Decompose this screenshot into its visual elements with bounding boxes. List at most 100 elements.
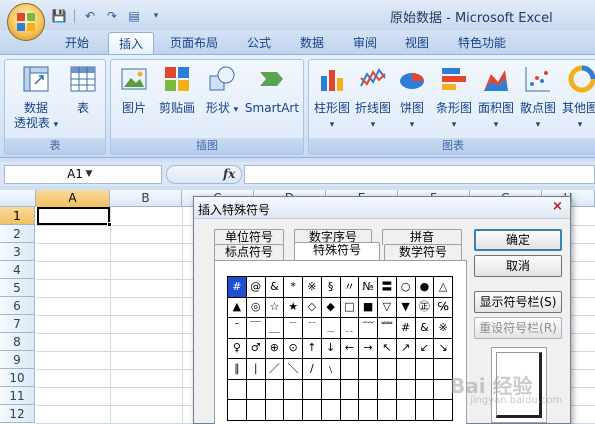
symbol-cell[interactable] [283,399,303,421]
column-header-a[interactable]: A [36,190,110,207]
symbol-cell[interactable] [283,378,303,401]
tab-data[interactable]: 数据 [290,32,334,54]
symbol-cell[interactable]: ㊣ [414,296,435,319]
symbol-cell[interactable] [320,399,341,421]
symbol-cell[interactable]: ￣ [245,317,266,339]
symbol-cell[interactable] [227,399,247,421]
save-icon[interactable]: 💾 [50,7,68,25]
tab-punctuation[interactable]: 标点符号 [214,244,284,260]
tab-special-symbols[interactable]: 特殊符号 [294,242,380,260]
symbol-cell[interactable]: ♂ [245,337,266,360]
row-header-8[interactable]: 8 [0,333,35,351]
symbol-cell[interactable]: ⊙ [283,337,303,360]
column-header-b[interactable]: B [110,190,182,207]
symbol-cell[interactable]: ﹊ [302,317,322,339]
office-button[interactable] [7,3,45,41]
tab-view[interactable]: 视图 [395,32,439,54]
symbol-cell[interactable]: ﹉ [283,317,303,339]
customize-icon[interactable]: ▾ [147,7,165,25]
symbol-cell[interactable]: ﹍ [320,317,341,339]
row-header-3[interactable]: 3 [0,243,35,261]
symbol-cell[interactable]: * [283,276,303,298]
symbol-cell[interactable]: ＼ [283,358,303,380]
symbol-cell[interactable]: ﹎ [339,317,360,339]
row-header-2[interactable]: 2 [0,225,35,243]
tab-special-features[interactable]: 特色功能 [448,32,516,54]
symbol-cell[interactable]: ∣ [245,358,266,380]
insert-function-icon[interactable]: fx [223,167,235,181]
symbol-cell[interactable]: ⊕ [264,337,285,360]
row-header-4[interactable]: 4 [0,261,35,279]
row-header-5[interactable]: 5 [0,279,35,297]
symbol-cell[interactable] [320,378,341,401]
undo-icon[interactable]: ↶ [81,7,99,25]
area-chart-button[interactable]: 面积图 ▾ [475,64,517,133]
symbol-cell[interactable]: 〃 [339,276,360,298]
symbol-cell[interactable]: ˉ [227,317,247,339]
symbol-cell[interactable]: ▽ [377,296,397,319]
symbol-cell[interactable]: @ [245,276,266,298]
symbol-cell[interactable] [395,358,416,380]
symbol-cell[interactable]: ☆ [264,296,285,319]
symbol-cell[interactable]: ↑ [302,337,322,360]
symbol-cell[interactable]: ◇ [302,296,322,319]
symbol-cell[interactable]: & [414,317,435,339]
row-header-11[interactable]: 11 [0,387,35,405]
row-header-9[interactable]: 9 [0,351,35,369]
cancel-button[interactable]: 取消 [474,255,562,277]
pie-chart-button[interactable]: 饼图 ▾ [394,64,430,133]
symbol-cell[interactable] [227,378,247,401]
symbol-cell[interactable]: ● [414,276,435,298]
tab-pinyin[interactable]: 拼音 [382,229,462,245]
symbol-cell[interactable] [414,358,435,380]
symbol-cell[interactable] [395,378,416,401]
symbol-cell[interactable] [245,399,266,421]
symbol-cell[interactable] [358,358,378,380]
symbol-cell[interactable]: △ [433,276,453,298]
symbol-cell[interactable]: # [227,276,247,298]
symbol-cell[interactable] [302,378,322,401]
clipart-button[interactable]: 剪贴画 [155,64,199,116]
symbol-cell[interactable] [264,378,285,401]
shapes-button[interactable]: 形状 ▾ [203,64,241,118]
formula-input[interactable] [244,165,595,184]
symbol-cell[interactable] [377,399,397,421]
symbol-cell[interactable]: ↘ [433,337,453,360]
symbol-cell[interactable]: ※ [302,276,322,298]
name-box-dropdown-icon[interactable]: ▼ [19,166,159,183]
symbol-cell[interactable] [377,358,397,380]
tab-review[interactable]: 审阅 [343,32,387,54]
smartart-button[interactable]: SmartArt [243,64,301,116]
column-chart-button[interactable]: 柱形图 ▾ [311,64,353,133]
select-all-corner[interactable] [0,190,36,207]
symbol-cell[interactable]: ↙ [414,337,435,360]
bar-chart-button[interactable]: 条形图 ▾ [433,64,475,133]
line-chart-button[interactable]: 折线图 ▾ [352,64,394,133]
symbol-cell[interactable]: ↗ [395,337,416,360]
tab-page-layout[interactable]: 页面布局 [160,32,228,54]
symbol-cell[interactable]: § [320,276,341,298]
active-cell-a1[interactable] [37,207,110,225]
show-symbol-bar-button[interactable]: 显示符号栏(S) [474,291,562,313]
symbol-cell[interactable]: 〓 [377,276,397,298]
redo-icon[interactable]: ↷ [103,7,121,25]
row-header-6[interactable]: 6 [0,297,35,315]
pivot-table-button[interactable]: 数据 透视表 ▾ [13,64,59,133]
row-header-1[interactable]: 1 [0,207,35,225]
tab-home[interactable]: 开始 [55,32,99,54]
symbol-cell[interactable] [377,378,397,401]
symbol-cell[interactable]: ﹨ [320,358,341,380]
symbol-cell[interactable]: & [264,276,285,298]
form-icon[interactable]: ▤ [125,7,143,25]
symbol-cell[interactable]: ↖ [377,337,397,360]
symbol-cell[interactable] [245,378,266,401]
close-icon[interactable]: × [549,200,566,216]
picture-button[interactable]: 图片 [117,64,151,116]
tab-unit-symbols[interactable]: 单位符号 [214,229,284,245]
symbol-cell[interactable]: ▲ [227,296,247,319]
symbol-cell[interactable] [302,399,322,421]
symbol-cell[interactable]: ∕ [302,358,322,380]
symbol-cell[interactable] [358,399,378,421]
symbol-cell[interactable]: ﹌ [377,317,397,339]
symbol-cell[interactable] [339,378,360,401]
